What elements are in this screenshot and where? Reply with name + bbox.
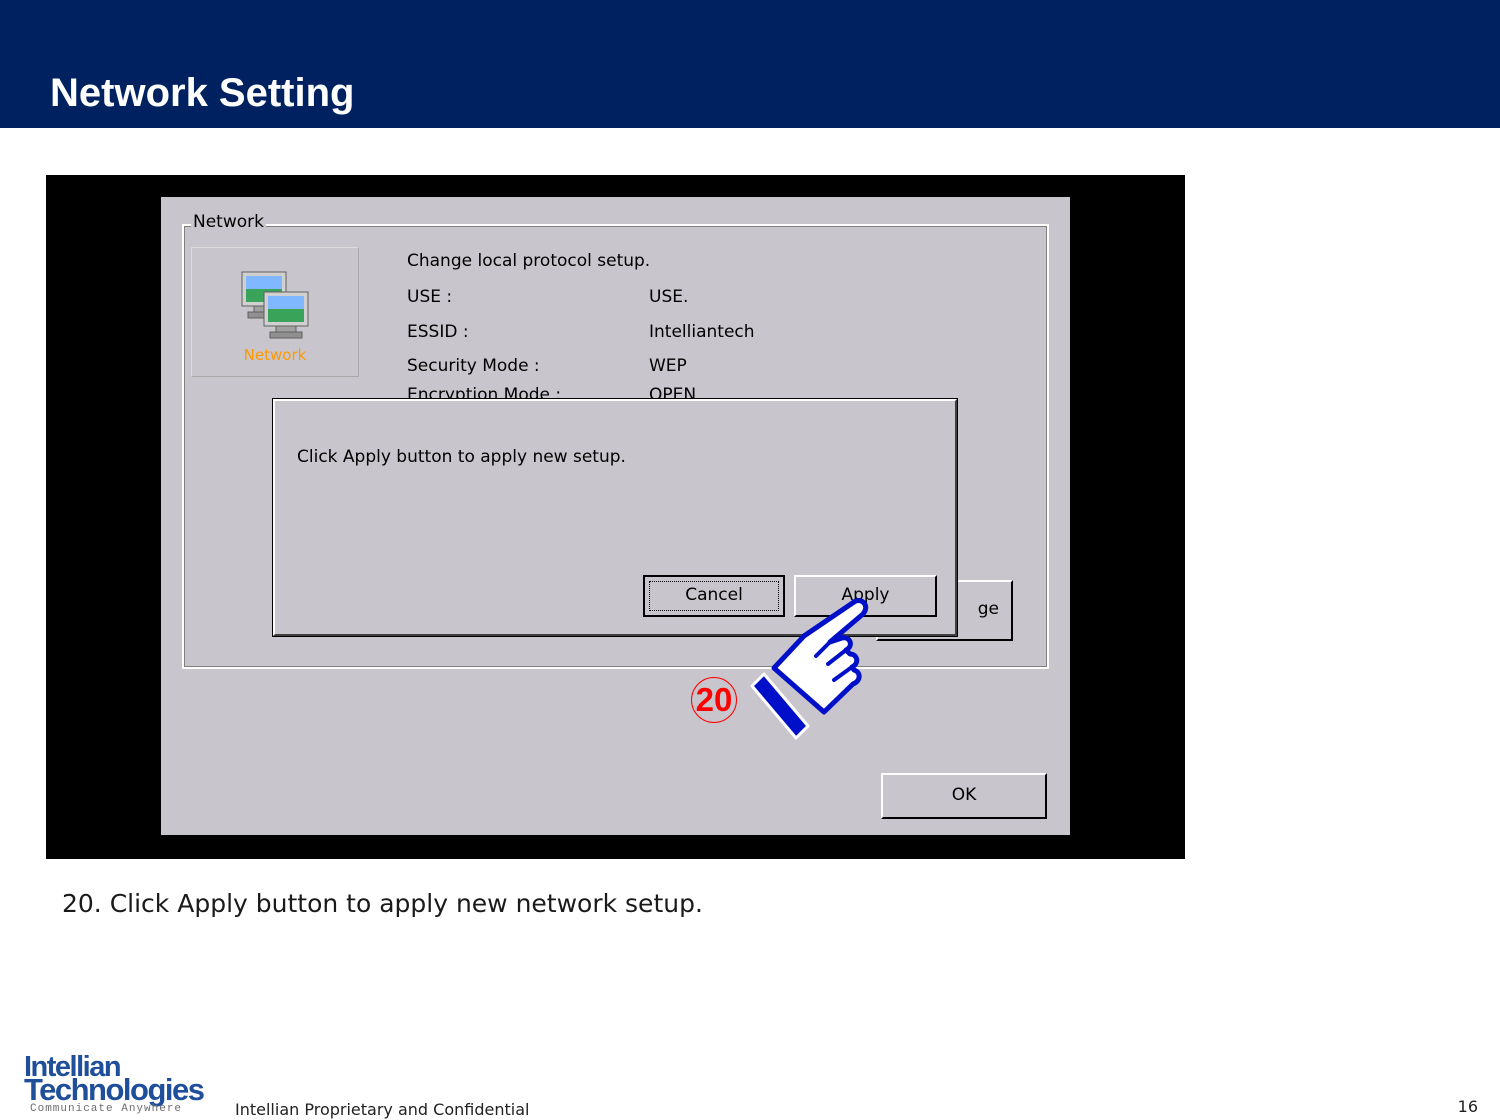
security-mode-value: WEP: [649, 356, 687, 376]
use-label: USE :: [407, 287, 453, 307]
network-window: Network Network Change local protocol se…: [161, 197, 1070, 835]
step-number-badge: 20: [691, 677, 737, 723]
dialog-message: Click Apply button to apply new setup.: [297, 447, 626, 467]
logo-tagline: Communicate Anywhere: [30, 1103, 183, 1115]
page-number: 16: [1457, 1097, 1478, 1116]
logo-text-line2: Technologies: [24, 1072, 205, 1107]
network-icon-label: Network: [243, 346, 307, 364]
step-caption: 20. Click Apply button to apply new netw…: [62, 889, 703, 918]
encryption-mode-label: Encryption Mode :: [407, 385, 562, 399]
network-computers-icon: [241, 271, 309, 339]
slide-title: Network Setting: [50, 71, 355, 115]
network-icon-panel: Network: [191, 247, 359, 377]
essid-label: ESSID :: [407, 322, 469, 342]
security-mode-label: Security Mode :: [407, 356, 540, 376]
pointing-hand-icon: [750, 598, 869, 740]
ok-button[interactable]: OK: [881, 773, 1047, 819]
device-screen: Network Network Change local protocol se…: [46, 175, 1185, 859]
encryption-row-clip: Encryption Mode : OPEN: [399, 377, 719, 399]
encryption-mode-value: OPEN: [649, 385, 697, 399]
essid-value: Intelliantech: [649, 322, 755, 342]
use-value: USE.: [649, 287, 689, 307]
info-heading: Change local protocol setup.: [407, 251, 651, 271]
network-group-label: Network: [191, 211, 266, 233]
company-logo: Intellian Technologies Communicate Anywh…: [24, 1052, 219, 1116]
slide-header: Network Setting: [0, 0, 1500, 128]
confidential-notice: Intellian Proprietary and Confidential: [235, 1100, 530, 1119]
